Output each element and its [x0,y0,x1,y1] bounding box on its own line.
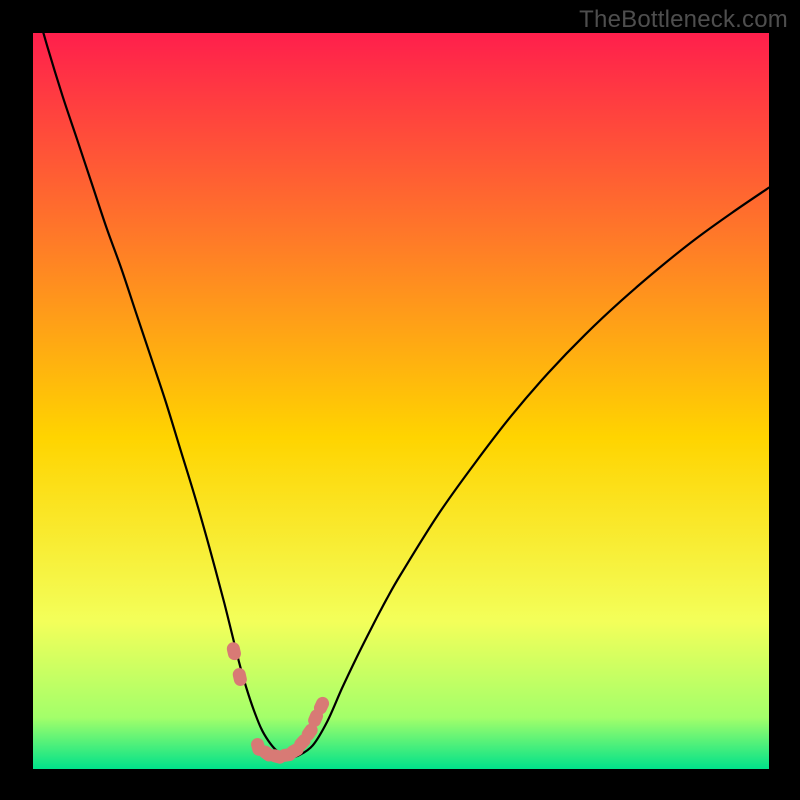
watermark-text: TheBottleneck.com [579,6,788,34]
gradient-background [33,33,769,769]
bottleneck-chart [33,33,769,769]
plot-area [33,33,769,769]
chart-frame: TheBottleneck.com [0,0,800,800]
